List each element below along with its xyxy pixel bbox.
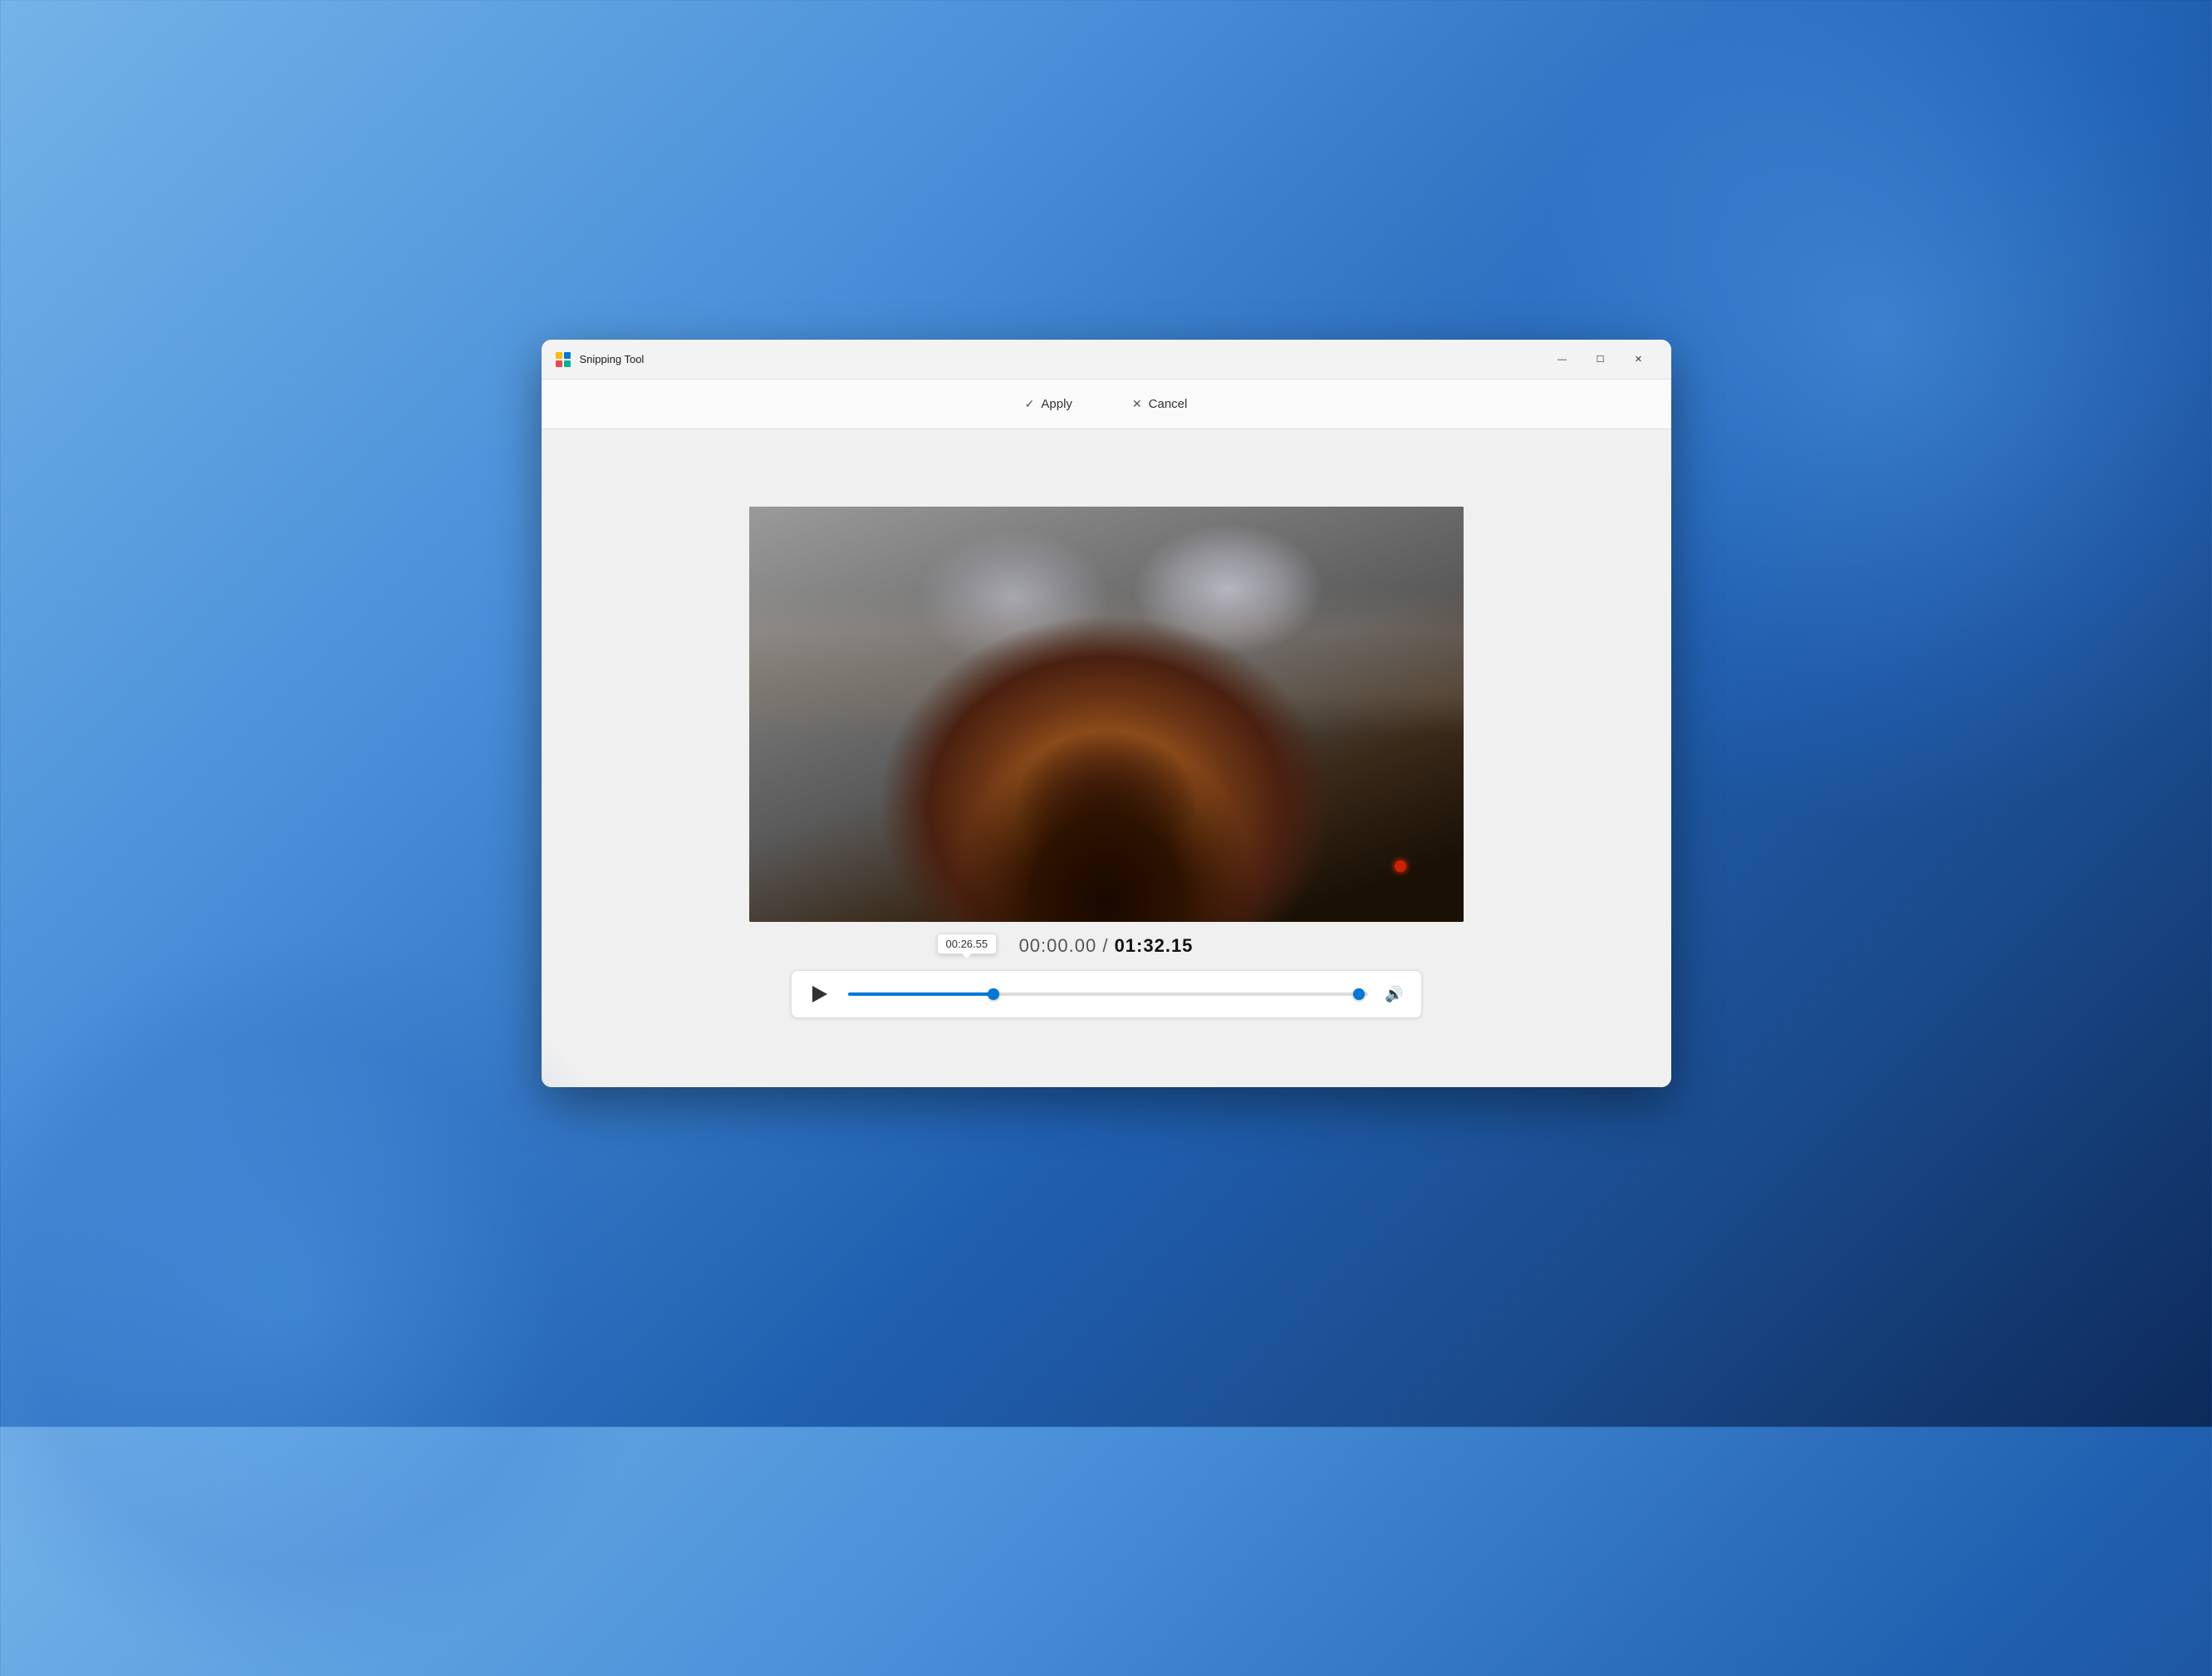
current-time: 00:00.00 <box>1019 935 1097 956</box>
title-bar: Snipping Tool — ☐ ✕ <box>542 340 1671 380</box>
apply-button[interactable]: ✓ Apply <box>1008 390 1089 418</box>
video-frame <box>749 507 1464 922</box>
app-window: Snipping Tool — ☐ ✕ ✓ Apply ✕ Cancel 00:… <box>542 340 1671 1087</box>
play-icon <box>812 986 827 1002</box>
controls-row: 🔊 <box>791 970 1422 1018</box>
scrubber-right-handle[interactable] <box>1353 988 1365 1000</box>
video-thumbnail <box>749 507 1464 922</box>
video-controls-area: 00:26.55 🔊 <box>791 970 1422 1018</box>
time-display: 00:00.00 / 01:32.15 <box>1019 935 1194 957</box>
x-icon: ✕ <box>1132 397 1142 411</box>
minimize-button[interactable]: — <box>1543 346 1582 373</box>
red-indicator <box>1395 860 1406 872</box>
time-separator: / <box>1102 935 1114 956</box>
scrubber-track[interactable] <box>848 992 1368 996</box>
apply-label: Apply <box>1041 397 1072 411</box>
toolbar: ✓ Apply ✕ Cancel <box>542 380 1671 429</box>
volume-icon: 🔊 <box>1385 986 1403 1003</box>
app-title: Snipping Tool <box>580 353 1543 365</box>
tooltip-time: 00:26.55 <box>946 938 988 950</box>
scrubber-handle[interactable] <box>988 988 999 1000</box>
scrubber-tooltip: 00:26.55 <box>937 934 998 954</box>
check-icon: ✓ <box>1025 397 1035 411</box>
scrubber-progress <box>848 992 993 996</box>
total-time: 01:32.15 <box>1115 935 1194 956</box>
close-button[interactable]: ✕ <box>1620 346 1658 373</box>
cancel-label: Cancel <box>1149 397 1188 411</box>
cancel-button[interactable]: ✕ Cancel <box>1116 390 1204 418</box>
app-icon <box>555 351 571 368</box>
maximize-button[interactable]: ☐ <box>1582 346 1620 373</box>
play-button[interactable] <box>805 979 835 1009</box>
volume-button[interactable]: 🔊 <box>1381 981 1408 1007</box>
window-controls: — ☐ ✕ <box>1543 346 1658 373</box>
content-area: 00:00.00 / 01:32.15 00:26.55 <box>542 429 1671 1087</box>
